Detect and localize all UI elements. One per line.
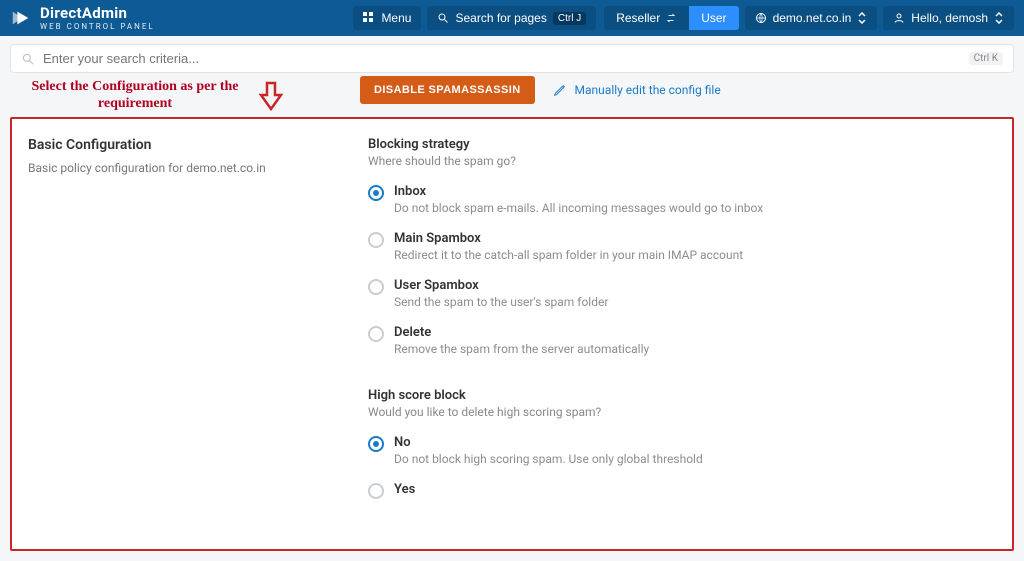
brand-title: DirectAdmin [40,6,155,21]
search-icon [21,52,35,66]
radio-label: Inbox [394,184,763,199]
role-reseller-label: Reseller [616,11,660,25]
role-reseller-button[interactable]: Reseller [604,6,689,30]
radio-desc: Do not block high scoring spam. Use only… [394,452,703,466]
edit-config-label: Manually edit the config file [575,83,721,97]
searchbar[interactable]: Ctrl K [10,44,1014,73]
user-icon [893,12,905,24]
arrow-down-icon [258,81,284,111]
radio-desc: Send the spam to the user's spam folder [394,295,608,309]
globe-icon [755,12,767,24]
radio-label: Yes [394,482,415,497]
radio-icon[interactable] [368,436,384,452]
domain-label: demo.net.co.in [773,11,852,25]
basic-config-subtitle: Basic policy configuration for demo.net.… [28,161,336,175]
user-hello-label: Hello, demosh [911,11,988,25]
role-toggle: Reseller User [604,6,738,30]
user-menu[interactable]: Hello, demosh [883,6,1014,30]
grid-icon [363,12,375,24]
search-pages-label: Search for pages [455,11,546,25]
menu-button[interactable]: Menu [353,6,421,30]
blocking-option[interactable]: User Spambox Send the spam to the user's … [368,272,996,319]
radio-icon[interactable] [368,232,384,248]
radio-icon[interactable] [368,279,384,295]
topbar: DirectAdmin web control panel Menu Searc… [0,0,1024,36]
search-icon [437,12,449,24]
callout-text: Select the Configuration as per the requ… [30,79,240,113]
role-user-button[interactable]: User [689,6,738,30]
radio-label: User Spambox [394,278,608,293]
brand[interactable]: DirectAdmin web control panel [10,6,155,31]
radio-label: Main Spambox [394,231,743,246]
radio-desc: Do not block spam e-mails. All incoming … [394,201,763,215]
highscore-group: High score block Would you like to delet… [368,388,996,509]
swap-icon [665,12,677,24]
radio-desc: Redirect it to the catch-all spam folder… [394,248,743,262]
edit-config-link[interactable]: Manually edit the config file [553,83,721,97]
config-card: Basic Configuration Basic policy configu… [10,117,1014,551]
radio-icon[interactable] [368,185,384,201]
role-user-label: User [701,11,726,25]
radio-icon[interactable] [368,326,384,342]
logo-icon [10,7,32,29]
radio-desc: Remove the spam from the server automati… [394,342,649,356]
highscore-subtitle: Would you like to delete high scoring sp… [368,405,996,419]
blocking-option[interactable]: Delete Remove the spam from the server au… [368,319,996,366]
highscore-option[interactable]: No Do not block high scoring spam. Use on… [368,429,996,476]
blocking-title: Blocking strategy [368,137,996,152]
search-input[interactable] [43,51,1003,66]
highscore-title: High score block [368,388,996,403]
menu-label: Menu [381,11,411,25]
search-shortcut: Ctrl K [969,52,1003,65]
brand-subtitle: web control panel [40,23,155,31]
blocking-option[interactable]: Main Spambox Redirect it to the catch-all… [368,225,996,272]
radio-label: Delete [394,325,649,340]
blocking-subtitle: Where should the spam go? [368,154,996,168]
chevron-updown-icon [994,12,1004,24]
chevron-updown-icon [857,12,867,24]
basic-config-title: Basic Configuration [28,137,336,153]
blocking-option[interactable]: Inbox Do not block spam e-mails. All inco… [368,178,996,225]
pencil-icon [553,83,567,97]
search-pages-shortcut: Ctrl J [553,12,586,25]
radio-label: No [394,435,703,450]
blocking-strategy-group: Blocking strategy Where should the spam … [368,137,996,366]
disable-spamassassin-button[interactable]: DISABLE SPAMASSASSIN [360,76,535,104]
search-pages-button[interactable]: Search for pages Ctrl J [427,6,596,30]
domain-selector[interactable]: demo.net.co.in [745,6,878,30]
radio-icon[interactable] [368,483,384,499]
